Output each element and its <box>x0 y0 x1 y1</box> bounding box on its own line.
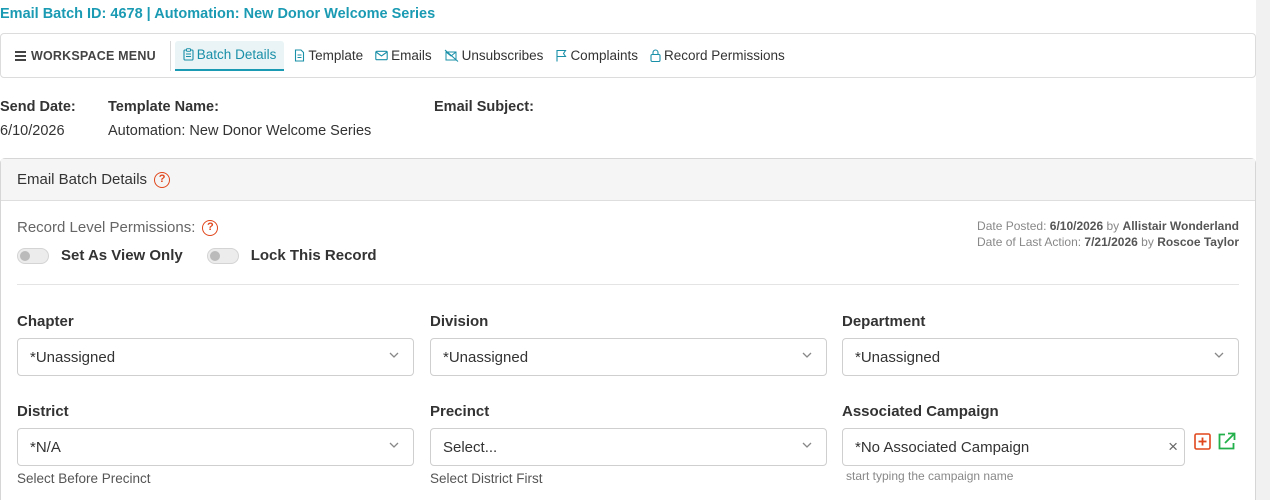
precinct-value: Select... <box>443 438 498 456</box>
external-link-icon <box>1218 432 1236 450</box>
send-date-value: 6/10/2026 <box>0 123 65 139</box>
date-posted-label: Date Posted: <box>977 219 1047 233</box>
associated-campaign-hint: start typing the campaign name <box>846 469 1014 483</box>
district-field: District *N/A Select Before Precinct <box>17 402 414 486</box>
tab-label: Emails <box>391 48 432 63</box>
help-icon[interactable]: ? <box>154 171 171 188</box>
chapter-value: *Unassigned <box>30 348 116 366</box>
template-name-value: Automation: New Donor Welcome Series <box>108 123 372 139</box>
envelope-icon <box>375 50 388 61</box>
unsubscribe-icon <box>444 49 459 62</box>
chevron-down-icon <box>389 442 399 448</box>
last-action-label: Date of Last Action: <box>977 235 1082 249</box>
tab-label: Complaints <box>570 48 638 63</box>
associated-campaign-label: Associated Campaign <box>842 403 999 420</box>
precinct-select[interactable]: Select... <box>430 428 827 466</box>
lock-icon <box>650 49 661 62</box>
email-subject-value <box>434 119 534 143</box>
email-subject-label: Email Subject: <box>434 99 534 115</box>
section-divider <box>17 284 1239 285</box>
posted-by-name: Allistair Wonderland <box>1122 219 1239 233</box>
chevron-down-icon <box>802 352 812 358</box>
division-value: *Unassigned <box>443 348 529 366</box>
hamburger-icon <box>15 49 26 63</box>
add-square-icon <box>1194 433 1211 450</box>
associated-campaign-field: Associated Campaign *No Associated Campa… <box>842 402 1185 483</box>
tab-label: Template <box>308 48 364 63</box>
document-icon <box>295 49 305 62</box>
workspace-nav-bar: WORKSPACE MENU Batch Details Template Em… <box>0 33 1256 78</box>
lock-record-toggle[interactable] <box>206 247 239 264</box>
card-title: Email Batch Details <box>17 171 148 188</box>
date-posted-value: 6/10/2026 <box>1049 219 1104 233</box>
tab-label: Unsubscribes <box>461 48 544 63</box>
precinct-hint: Select District First <box>430 471 543 486</box>
clear-icon[interactable]: × <box>1168 438 1178 455</box>
by-word: by <box>1141 235 1154 249</box>
workspace-menu-label: WORKSPACE MENU <box>31 48 156 63</box>
permission-toggles: Set As View Only Lock This Record <box>17 247 401 264</box>
last-action-line: Date of Last Action: 7/21/2026 by Roscoe… <box>977 234 1239 250</box>
district-select[interactable]: *N/A <box>17 428 414 466</box>
division-field: Division *Unassigned <box>430 312 827 376</box>
email-batch-details-card: Email Batch Details ? Record Level Permi… <box>0 158 1256 500</box>
department-value: *Unassigned <box>855 348 941 366</box>
template-name-label: Template Name: <box>108 99 219 115</box>
page-scrollbar-track[interactable] <box>1256 0 1270 500</box>
tab-record-permissions[interactable]: Record Permissions <box>650 41 785 71</box>
tab-batch-details[interactable]: Batch Details <box>174 40 285 71</box>
chevron-down-icon <box>389 352 399 358</box>
add-campaign-button[interactable] <box>1194 433 1211 450</box>
district-hint: Select Before Precinct <box>17 471 151 486</box>
associated-campaign-input[interactable]: *No Associated Campaign × <box>842 428 1185 466</box>
chapter-select[interactable]: *Unassigned <box>17 338 414 376</box>
division-select[interactable]: *Unassigned <box>430 338 827 376</box>
by-word: by <box>1106 219 1120 233</box>
flag-icon <box>556 49 567 62</box>
help-icon[interactable]: ? <box>202 219 219 236</box>
open-campaign-button[interactable] <box>1217 432 1236 451</box>
tab-label: Batch Details <box>196 47 277 62</box>
template-name-block: Template Name: Automation: New Donor Wel… <box>108 96 371 143</box>
tab-complaints[interactable]: Complaints <box>555 41 638 71</box>
department-label: Department <box>842 313 926 330</box>
page-title: Email Batch ID: 4678 | Automation: New D… <box>0 6 436 22</box>
district-value: *N/A <box>30 438 61 456</box>
precinct-label: Precinct <box>430 403 490 420</box>
email-subject-block: Email Subject: <box>434 96 534 143</box>
department-field: Department *Unassigned <box>842 312 1239 376</box>
tab-emails[interactable]: Emails <box>375 41 432 71</box>
precinct-field: Precinct Select... Select District First <box>430 402 827 486</box>
record-permissions-heading: Record Level Permissions: ? <box>17 219 219 236</box>
tab-unsubscribes[interactable]: Unsubscribes <box>444 41 544 71</box>
workspace-menu-button[interactable]: WORKSPACE MENU <box>1 40 171 71</box>
campaign-actions <box>1194 432 1242 451</box>
clipboard-icon <box>183 48 194 61</box>
record-meta: Date Posted: 6/10/2026 by Allistair Wond… <box>977 218 1239 250</box>
lock-record-label: Lock This Record <box>250 247 377 264</box>
send-date-block: Send Date: 6/10/2026 <box>0 96 76 143</box>
department-select[interactable]: *Unassigned <box>842 338 1239 376</box>
last-action-date: 7/21/2026 <box>1084 235 1138 249</box>
district-label: District <box>17 403 69 420</box>
tab-template[interactable]: Template <box>294 41 363 71</box>
chevron-down-icon <box>802 442 812 448</box>
tab-label: Record Permissions <box>663 48 785 63</box>
view-only-label: Set As View Only <box>61 247 183 264</box>
chapter-label: Chapter <box>17 313 74 330</box>
view-only-toggle[interactable] <box>17 247 49 264</box>
chapter-field: Chapter *Unassigned <box>17 312 414 376</box>
chevron-down-icon <box>1214 352 1224 358</box>
date-posted-line: Date Posted: 6/10/2026 by Allistair Wond… <box>977 218 1239 234</box>
division-label: Division <box>430 313 489 330</box>
card-header: Email Batch Details ? <box>1 159 1255 201</box>
last-action-by-name: Roscoe Taylor <box>1157 235 1239 249</box>
send-date-label: Send Date: <box>0 99 76 115</box>
associated-campaign-value: *No Associated Campaign <box>855 438 1030 456</box>
record-permissions-label: Record Level Permissions: <box>17 219 196 236</box>
